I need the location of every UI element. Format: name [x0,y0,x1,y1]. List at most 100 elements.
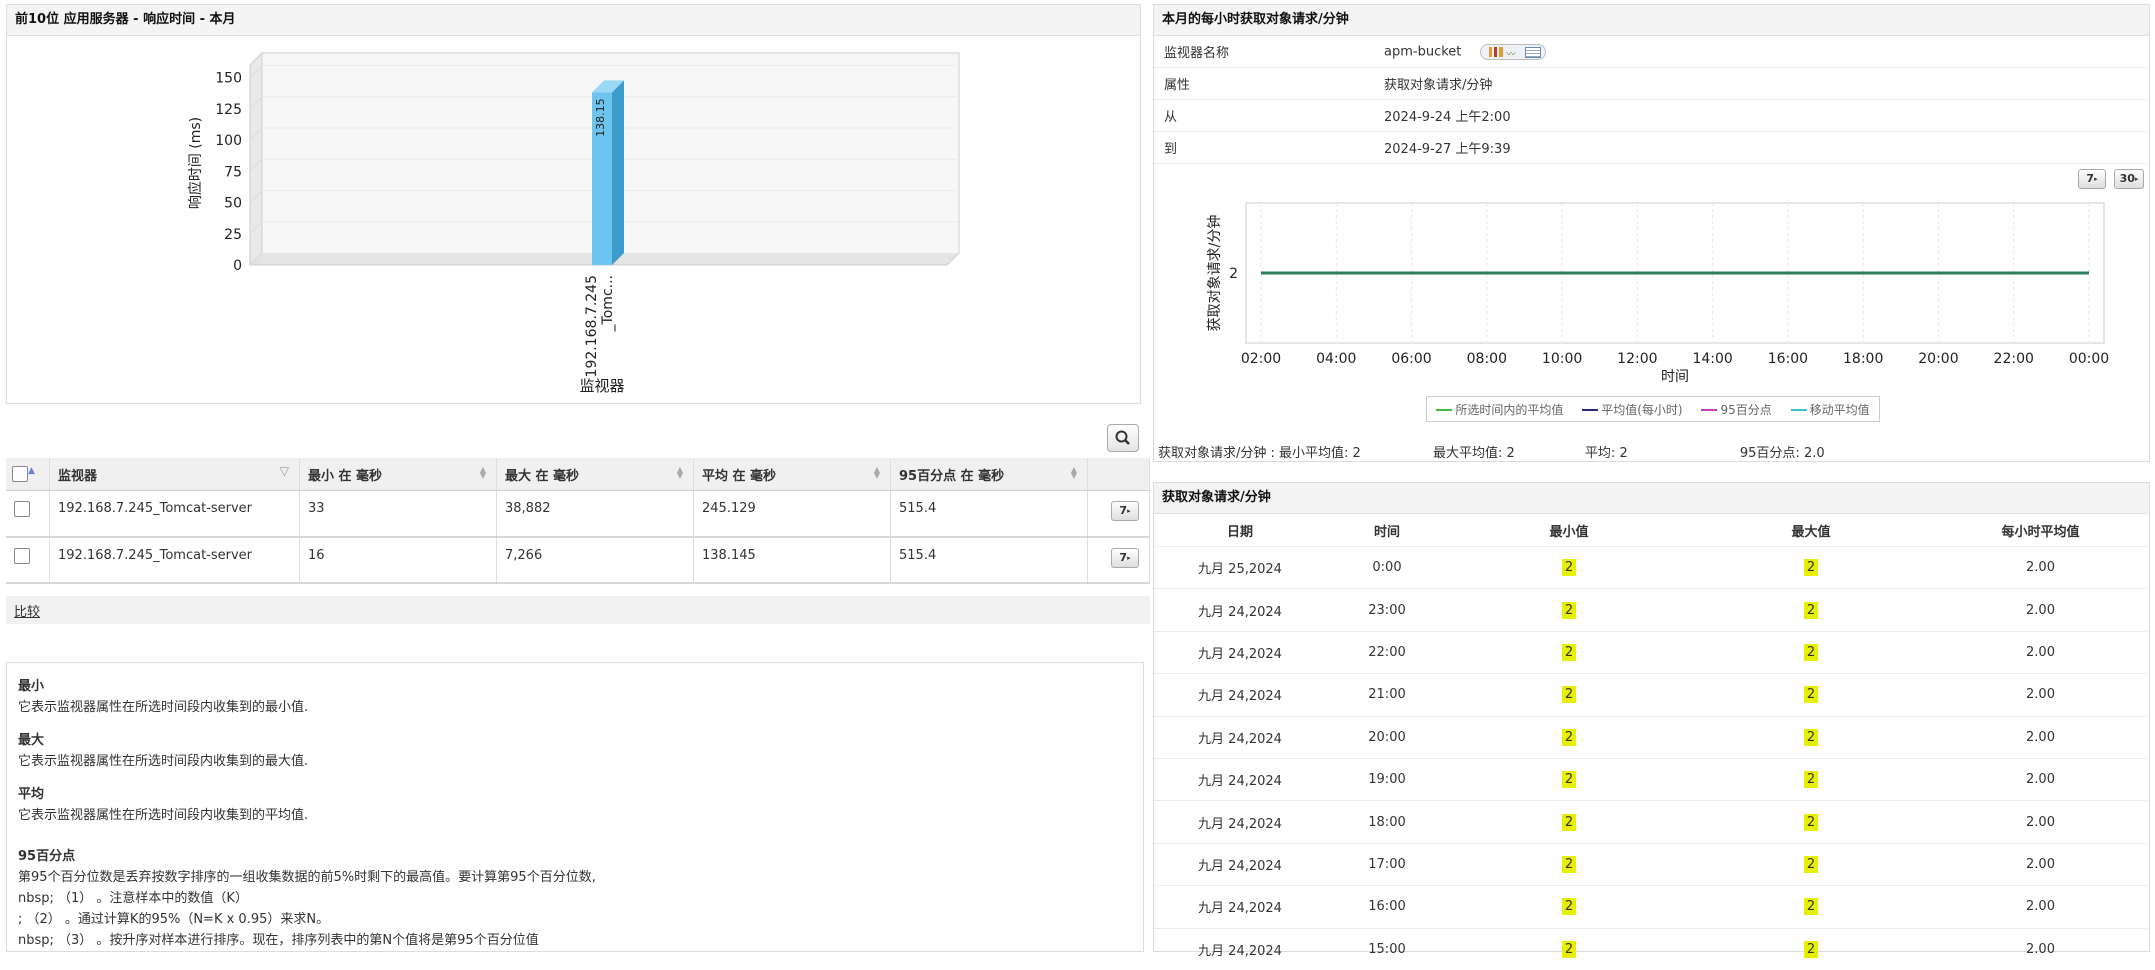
row-checkbox[interactable] [14,501,30,517]
x-tick-label: 00:00 [2069,351,2109,367]
max-cell: 2 [1690,588,1932,632]
search-icon [1115,430,1130,445]
date-cell: 九月 24,2024 [1154,885,1326,929]
col-monitor[interactable]: 监视器 ▽ [49,458,300,491]
info-key: 从 [1164,110,1178,125]
max-cell-value: 2 [1803,686,1819,704]
sort-icon[interactable]: ▲ ▼ [874,466,880,480]
7day-label: 7 [1119,550,1128,564]
col-p95-label: 95百分点 在 毫秒 [899,468,1005,484]
x-tick-label: 14:00 [1692,351,1732,367]
bar-value-label: 138.15 [594,98,607,137]
legend-item[interactable]: 95百分点 [1701,401,1772,418]
stats-label: 获取对象请求/分钟 : 最小平均值: [1158,446,1349,461]
7day-report-button[interactable]: 7▸ [1111,501,1139,521]
avg-cell: 2.00 [1932,545,2149,589]
col-max: 最大值 [1791,524,1831,540]
30day-button[interactable]: 30▸ [2114,169,2144,189]
min-cell: 16 [299,536,497,584]
stats-label: 平均: [1584,446,1616,461]
time-cell: 23:00 [1326,588,1448,632]
date-cell-value: 九月 24,2024 [1198,646,1282,662]
col-time: 时间 [1373,524,1400,540]
legend-item[interactable]: 平均值(每小时) [1582,401,1683,418]
term-avg: 平均 [18,787,45,802]
sort-icon[interactable]: ▲ ▼ [480,466,486,480]
stat-avg: 2 [1619,446,1628,461]
monitor-cell[interactable]: 192.168.7.245_Tomcat-server [49,490,300,538]
y-tick-label: 75 [224,164,242,180]
col-min: 最小值 [1549,524,1589,540]
max-cell-value: 2 [1803,940,1819,958]
min-cell-value: 2 [1561,771,1577,789]
max-cell-value: 2 [1803,813,1819,831]
min-cell: 2 [1448,927,1690,970]
monitor-cell[interactable]: 192.168.7.245_Tomcat-server [49,536,300,584]
max-cell-value: 2 [1803,601,1819,619]
hourly-requests-panel: 本月的每小时获取对象请求/分钟 监视器名称 apm-bucket 〰 属性 获取… [1153,4,2150,462]
stat-max-avg: 2 [1506,446,1515,461]
table-row: 九月 24,2024 23:00 2 2 2.00 [1154,588,2149,632]
compare-link[interactable]: 比较 [14,601,40,620]
min-cell-value: 2 [1561,940,1577,958]
date-cell-value: 九月 24,2024 [1198,816,1282,832]
time-cell-value: 15:00 [1368,941,1406,957]
7day-report-button[interactable]: 7▸ [1111,547,1139,568]
7day-label: 7 [1119,504,1128,517]
date-cell: 九月 24,2024 [1154,842,1326,886]
stat-p95: 2.0 [1803,446,1825,461]
search-button[interactable] [1107,424,1139,452]
y-axis-label: 获取对象请求/分钟 [1206,215,1223,332]
table-row: 九月 24,2024 18:00 2 2 2.00 [1154,800,2149,844]
table-icon[interactable] [1524,46,1541,58]
info-val: 2024-9-24 上午2:00 [1384,110,1511,125]
x-tick-label: 08:00 [1467,351,1507,367]
max-cell-value: 2 [1803,898,1819,916]
y-tick-label: 2 [1229,266,1238,282]
table-row: 九月 24,2024 19:00 2 2 2.00 [1154,757,2149,801]
filter-icon[interactable]: ▽ [280,464,289,478]
avg-cell: 2.00 [1932,588,2149,632]
col-actions [1087,458,1150,491]
x-tick-label: 192.168.7.245 [584,275,600,377]
col-p95[interactable]: 95百分点 在 毫秒 ▲ ▼ [890,458,1088,491]
desc-line: nbsp; （1） 。注意样本中的数值（K） [18,891,248,906]
min-cell: 2 [1448,842,1690,886]
avg-cell: 2.00 [1932,927,2149,970]
7day-button[interactable]: 7▸ [2078,169,2106,189]
date-cell: 九月 24,2024 [1154,927,1326,970]
sort-icon[interactable]: ▲ ▼ [677,466,683,480]
legend-swatch [1436,409,1453,411]
monitor-type-icons[interactable]: 〰 [1479,43,1546,60]
col-min[interactable]: 最小 在 毫秒 ▲ ▼ [299,458,497,491]
monitor-name[interactable]: apm-bucket [1384,44,1461,59]
row-select-cell[interactable] [6,490,50,538]
max-cell: 2 [1690,842,1932,886]
row-checkbox[interactable] [14,547,30,564]
term-p95: 95百分点 [18,849,76,864]
legend-item[interactable]: 所选时间内的平均值 [1436,401,1563,418]
7day-label: 7 [2086,172,2095,185]
info-row-to: 到 2024-9-27 上午9:39 [1154,132,2149,164]
min-cell-value: 2 [1561,728,1577,746]
select-all-checkbox[interactable] [12,466,28,482]
line-chart-icon[interactable]: 〰 [1507,47,1516,60]
min-cell-value: 2 [1561,559,1577,577]
avg-cell: 138.145 [693,536,891,584]
sort-up-icon[interactable]: ▲ [28,466,35,476]
legend-label: 95百分点 [1720,402,1772,417]
col-avg[interactable]: 平均 在 毫秒 ▲ ▼ [693,458,891,491]
x-tick-label: 10:00 [1542,351,1582,367]
x-tick-label: 22:00 [1994,351,2034,367]
date-cell-value: 九月 24,2024 [1198,774,1282,790]
legend-item[interactable]: 移动平均值 [1790,401,1870,418]
date-cell-value: 九月 24,2024 [1198,943,1282,959]
sort-icon[interactable]: ▲ ▼ [1071,466,1077,480]
monitor-table: ▲ 监视器 ▽ 最小 在 毫秒 ▲ ▼ 最大 在 毫秒 ▲ ▼ 平均 在 毫秒 ▲ ▼ 95百… [6,458,1150,584]
row-select-cell[interactable] [6,536,50,584]
min-cell-value: 2 [1561,855,1577,873]
select-all-header[interactable]: ▲ [6,458,50,491]
col-max[interactable]: 最大 在 毫秒 ▲ ▼ [496,458,694,491]
max-cell: 38,882 [496,490,694,538]
bar-chart-icon[interactable] [1488,46,1503,57]
